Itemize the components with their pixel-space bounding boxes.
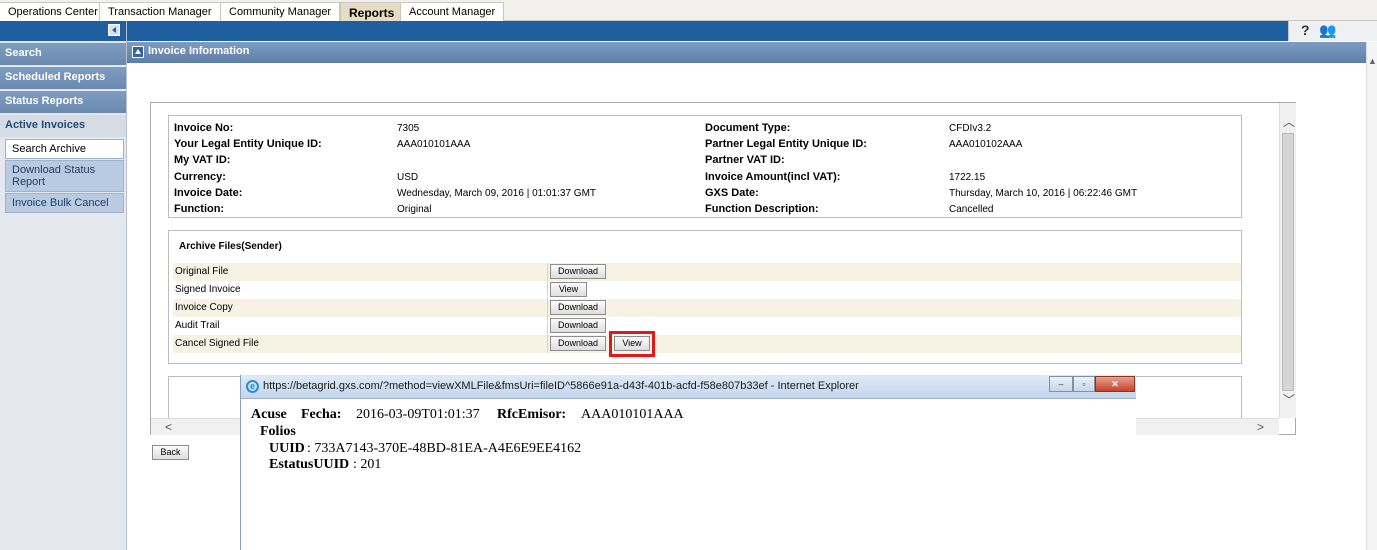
scroll-up-icon[interactable]: ▲ <box>1368 56 1377 66</box>
currency-value: USD <box>397 172 419 183</box>
xml-acuse: Acuse <box>251 407 287 422</box>
scroll-up-icon[interactable]: ︿ <box>1283 113 1295 130</box>
xml-folios: Folios <box>260 424 296 439</box>
nav-item-download-status-report[interactable]: Download Status Report <box>5 160 124 192</box>
partner-legal-id-label: Partner Legal Entity Unique ID: <box>705 138 867 150</box>
frame-vertical-scrollbar[interactable]: ︿ ﹀ <box>1279 103 1296 418</box>
popup-title: https://betagrid.gxs.com/?method=viewXML… <box>263 380 859 392</box>
invoice-date-value: Wednesday, March 09, 2016 | 01:01:37 GMT <box>397 188 597 199</box>
invoice-amount-value: 1722.15 <box>949 172 986 183</box>
scroll-left-icon[interactable]: < <box>165 420 172 434</box>
download-button[interactable]: Download <box>550 318 606 333</box>
archive-row-label: Invoice Copy <box>175 302 233 313</box>
archive-row-cancel-signed-file: Cancel Signed File Download View <box>173 331 1241 357</box>
ie-popup-window: e https://betagrid.gxs.com/?method=viewX… <box>240 375 1136 550</box>
document-type-value: CFDIv3.2 <box>949 123 992 134</box>
popup-title-bar[interactable]: e https://betagrid.gxs.com/?method=viewX… <box>241 375 1136 399</box>
archive-row-signed-invoice: Signed Invoice View <box>173 281 1241 299</box>
your-legal-id-label: Your Legal Entity Unique ID: <box>174 138 322 150</box>
invoice-date-label: Invoice Date: <box>174 187 243 199</box>
row-separator <box>547 299 548 317</box>
archive-row-audit-trail: Audit Trail Download <box>173 317 1241 335</box>
download-button[interactable]: Download <box>550 264 606 279</box>
nav-section-search[interactable]: Search <box>0 43 126 65</box>
xml-uuid-value: : 733A7143-370E-48BD-81EA-A4E6E9EE4162 <box>307 441 582 456</box>
gxs-date-value: Thursday, March 10, 2016 | 06:22:46 GMT <box>949 188 1138 199</box>
row-separator <box>547 281 548 299</box>
function-description-label: Function Description: <box>705 203 819 215</box>
nav-item-invoice-bulk-cancel[interactable]: Invoice Bulk Cancel <box>5 193 124 213</box>
nav-item-search-archive[interactable]: Search Archive <box>5 139 124 159</box>
top-blue-bar <box>127 21 1288 41</box>
maximize-icon[interactable]: ▫ <box>1073 376 1095 392</box>
partner-legal-id-value: AAA010102AAA <box>949 139 1023 150</box>
xml-rfc-label: RfcEmisor: <box>497 407 567 422</box>
tab-community-manager[interactable]: Community Manager <box>220 2 341 21</box>
tab-account-manager[interactable]: Account Manager <box>400 2 505 21</box>
xml-fecha-label: Fecha: <box>301 407 342 422</box>
my-vat-label: My VAT ID: <box>174 154 231 166</box>
nav-section-scheduled-reports[interactable]: Scheduled Reports <box>0 67 126 89</box>
row-separator <box>547 263 548 281</box>
minimize-icon[interactable]: – <box>1049 376 1073 392</box>
archive-files-title: Archive Files(Sender) <box>179 241 282 252</box>
scroll-thumb[interactable] <box>1282 133 1294 391</box>
row-separator <box>547 317 548 335</box>
xml-fecha-value: 2016-03-09T01:01:37 <box>356 407 480 422</box>
collapse-up-icon[interactable] <box>132 46 144 58</box>
your-legal-id-value: AAA010101AAA <box>397 139 471 150</box>
scroll-down-icon[interactable]: ﹀ <box>1283 391 1295 408</box>
top-tab-bar: Operations Center Transaction Manager Co… <box>0 0 1377 21</box>
invoice-no-label: Invoice No: <box>174 122 234 134</box>
function-label: Function: <box>174 203 225 215</box>
nav-section-status-reports[interactable]: Status Reports <box>0 91 126 113</box>
view-button[interactable]: View <box>550 282 587 297</box>
archive-row-invoice-copy: Invoice Copy Download <box>173 299 1241 317</box>
nav-header <box>0 21 126 41</box>
tab-operations-center[interactable]: Operations Center <box>0 2 107 21</box>
ie-icon: e <box>246 380 259 393</box>
tab-transaction-manager[interactable]: Transaction Manager <box>99 2 221 21</box>
help-icon[interactable]: ? <box>1301 22 1310 38</box>
help-bar: ? 👥 <box>1288 21 1377 41</box>
document-type-label: Document Type: <box>705 122 791 134</box>
collapse-nav-icon[interactable] <box>108 24 120 36</box>
function-value: Original <box>397 204 432 215</box>
currency-label: Currency: <box>174 171 226 183</box>
tab-reports[interactable]: Reports <box>340 2 404 21</box>
invoice-amount-label: Invoice Amount(incl VAT): <box>705 171 841 183</box>
xml-uuid-label: UUID <box>269 441 305 456</box>
left-nav: Search Scheduled Reports Status Reports … <box>0 21 127 550</box>
archive-row-label: Original File <box>175 266 229 277</box>
gxs-date-label: GXS Date: <box>705 187 759 199</box>
close-icon[interactable]: ✕ <box>1095 376 1135 392</box>
download-button[interactable]: Download <box>550 336 606 351</box>
page-title-bar: Invoice Information <box>127 42 1366 63</box>
invoice-details: Invoice No: 7305 Your Legal Entity Uniqu… <box>168 115 1242 218</box>
archive-row-original-file: Original File Download <box>173 263 1241 281</box>
back-button[interactable]: Back <box>152 445 189 460</box>
partner-vat-label: Partner VAT ID: <box>705 154 785 166</box>
invoice-no-value: 7305 <box>397 123 420 134</box>
archive-row-label: Cancel Signed File <box>175 338 259 349</box>
page-scrollbar[interactable]: ▲ <box>1366 42 1377 550</box>
xml-estatus-label: EstatusUUID <box>269 457 350 472</box>
archive-row-label: Signed Invoice <box>175 284 241 295</box>
people-icon[interactable]: 👥 <box>1319 22 1336 39</box>
popup-content: Acuse Fecha: 2016-03-09T01:01:37 RfcEmis… <box>241 399 1137 550</box>
page-title: Invoice Information <box>148 45 250 57</box>
xml-estatus-value: : 201 <box>353 457 382 472</box>
archive-row-label: Audit Trail <box>175 320 220 331</box>
row-separator <box>547 335 548 353</box>
xml-rfc-value: AAA010101AAA <box>581 407 684 422</box>
scroll-right-icon[interactable]: > <box>1257 420 1264 434</box>
archive-files-panel: Archive Files(Sender) Original File Down… <box>168 230 1242 364</box>
nav-section-active-invoices[interactable]: Active Invoices <box>0 115 126 137</box>
download-button[interactable]: Download <box>550 300 606 315</box>
function-description-value: Cancelled <box>949 204 994 215</box>
highlight-box <box>609 331 655 357</box>
